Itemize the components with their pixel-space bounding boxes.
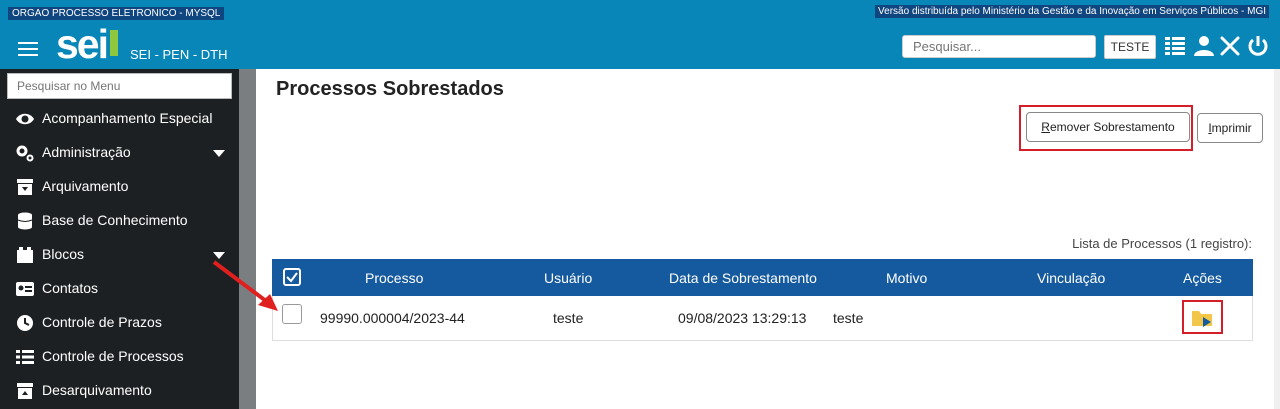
unarchive-icon xyxy=(17,383,33,399)
sidebar-item-desarquivamento[interactable]: Desarquivamento xyxy=(0,374,238,408)
select-all-checkbox-icon[interactable] xyxy=(283,268,301,286)
sidebar-item-label: Base de Conhecimento xyxy=(42,212,188,228)
sidebar-item-label: Blocos xyxy=(42,246,85,262)
cell-usuario: teste xyxy=(553,310,584,326)
eye-icon xyxy=(16,113,34,125)
header-search-input[interactable] xyxy=(902,35,1096,58)
sidebar-item-controle-de-processos[interactable]: Controle de Processos xyxy=(0,340,238,374)
gears-icon xyxy=(16,145,34,162)
print-button[interactable]: Imprimir xyxy=(1197,113,1263,143)
sidebar-item-label: Administração xyxy=(42,144,131,160)
unit-selector-button[interactable]: TESTE xyxy=(1104,35,1156,59)
sidebar-item-label: Arquivamento xyxy=(42,178,129,194)
system-name: SEI - PEN - DTH xyxy=(130,47,228,62)
red-arrow-annotation xyxy=(212,260,278,311)
sidebar-item-label: Controle de Processos xyxy=(42,348,184,364)
blocks-icon xyxy=(17,247,33,263)
app-header: sei SEI - PEN - DTH TESTE xyxy=(0,22,1280,69)
sidebar-item-label: Acompanhamento Especial xyxy=(42,110,213,126)
hamburger-menu-icon[interactable] xyxy=(18,42,38,56)
col-vinculacao: Vinculação xyxy=(1037,270,1106,286)
tools-icon[interactable] xyxy=(1219,35,1241,57)
col-usuario: Usuário xyxy=(544,270,593,286)
contact-card-icon xyxy=(16,282,34,296)
sidebar-item-label: Desarquivamento xyxy=(42,382,152,398)
sei-logo[interactable]: sei xyxy=(56,24,118,65)
sidebar-item-arquivamento[interactable]: Arquivamento xyxy=(0,170,238,204)
clock-icon xyxy=(17,315,33,331)
action-highlight[interactable] xyxy=(1182,300,1223,334)
row-checkbox[interactable] xyxy=(282,304,302,324)
folder-play-icon[interactable] xyxy=(1191,308,1215,328)
table-header: Processo Usuário Data de Sobrestamento M… xyxy=(272,259,1253,296)
col-acoes: Ações xyxy=(1183,270,1222,286)
sidebar-item-administracao[interactable]: Administração xyxy=(0,136,238,170)
caret-down-icon xyxy=(213,150,225,157)
sidebar: Acompanhamento Especial Administração Ar… xyxy=(0,69,256,409)
sidebar-item-controle-de-prazos[interactable]: Controle de Prazos xyxy=(0,306,238,340)
list-caption: Lista de Processos (1 registro): xyxy=(1072,236,1252,251)
list-icon xyxy=(16,350,34,364)
col-data-sobrestamento: Data de Sobrestamento xyxy=(669,270,817,286)
table-row: 99990.000004/2023-44 teste 09/08/2023 13… xyxy=(272,296,1253,341)
sidebar-item-blocos[interactable]: Blocos xyxy=(0,238,238,272)
sidebar-item-acompanhamento-especial[interactable]: Acompanhamento Especial xyxy=(0,102,238,136)
version-label: Versão distribuída pelo Ministério da Ge… xyxy=(875,5,1269,18)
top-bar: ORGAO PROCESSO ELETRONICO - MYSQL Versão… xyxy=(0,0,1280,22)
sidebar-item-base-de-conhecimento[interactable]: Base de Conhecimento xyxy=(0,204,238,238)
sidebar-item-label: Controle de Prazos xyxy=(42,314,162,330)
col-motivo: Motivo xyxy=(886,270,928,286)
col-processo: Processo xyxy=(365,270,424,286)
org-label: ORGAO PROCESSO ELETRONICO - MYSQL xyxy=(8,7,225,20)
database-icon xyxy=(17,212,33,230)
menu-grid-icon[interactable] xyxy=(1164,35,1186,57)
cell-processo[interactable]: 99990.000004/2023-44 xyxy=(320,310,465,326)
cell-motivo: teste xyxy=(833,310,864,326)
sidebar-item-contatos[interactable]: Contatos xyxy=(0,272,238,306)
power-icon[interactable] xyxy=(1247,35,1269,57)
main-scrollbar[interactable] xyxy=(1274,69,1280,409)
page-title: Processos Sobrestados xyxy=(276,78,504,100)
remove-sobrestamento-button[interactable]: Remover Sobrestamento xyxy=(1026,112,1190,142)
main-content: Processos Sobrestados Remover Sobrestame… xyxy=(256,69,1280,409)
user-icon[interactable] xyxy=(1193,35,1215,57)
cell-data: 09/08/2023 13:29:13 xyxy=(678,310,807,326)
archive-icon xyxy=(17,179,33,195)
sidebar-item-label: Contatos xyxy=(42,280,99,296)
sidebar-scrollbar[interactable] xyxy=(239,69,256,409)
menu-search-input[interactable] xyxy=(7,73,232,99)
